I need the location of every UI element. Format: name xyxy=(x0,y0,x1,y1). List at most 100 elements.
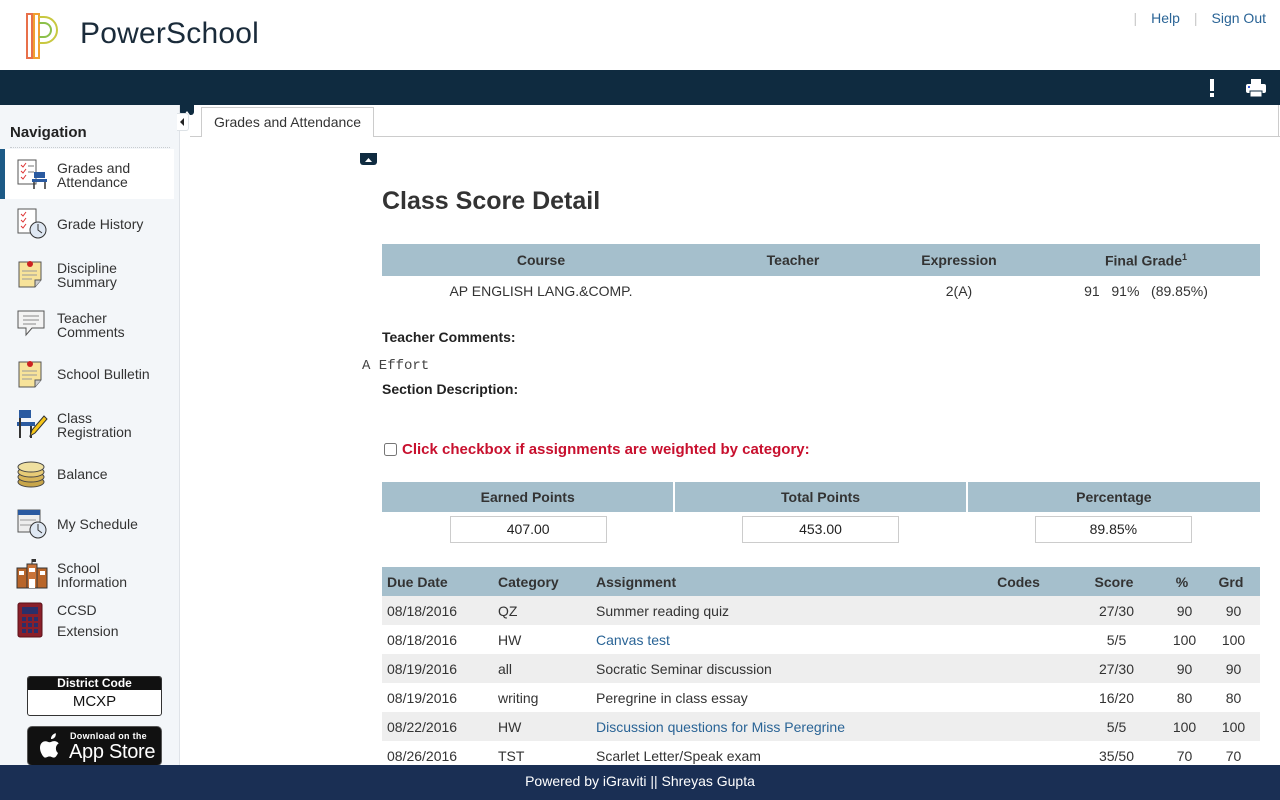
print-icon[interactable] xyxy=(1245,78,1267,98)
sidebar-item-label: Comments xyxy=(57,324,125,340)
table-row: 08/26/2016 TST Scarlet Letter/Speak exam 35… xyxy=(382,741,1260,765)
column-header-final-grade: Final Grade1 xyxy=(1032,244,1260,276)
balance-icon xyxy=(17,461,45,488)
sidebar-item-label: Information xyxy=(57,574,128,590)
codes-cell xyxy=(971,741,1066,765)
assignment-cell: Socratic Seminar discussion xyxy=(596,660,772,677)
score-cell: 16/20 xyxy=(1098,689,1135,706)
sidebar-item-label: CCSD xyxy=(57,602,97,618)
column-header-expression: Expression xyxy=(921,252,997,268)
score-cell: 5/5 xyxy=(1106,718,1127,735)
caret-up-icon xyxy=(365,158,372,162)
top-links: | Help | Sign Out xyxy=(1119,10,1266,26)
sidebar-item-label: Attendance xyxy=(57,174,128,190)
weighted-by-category-label: Click checkbox if assignments are weight… xyxy=(402,441,810,458)
category-cell: QZ xyxy=(498,602,518,619)
help-link[interactable]: Help xyxy=(1151,10,1180,26)
due-date-cell: 08/26/2016 xyxy=(387,747,458,764)
sidebar-item-label: Grades and xyxy=(57,160,131,176)
collapse-sidebar-button[interactable] xyxy=(177,113,189,131)
powerschool-logo-icon[interactable] xyxy=(26,13,60,59)
column-header-course: Course xyxy=(516,252,566,268)
alert-icon[interactable] xyxy=(1207,78,1217,98)
divider: | xyxy=(1133,10,1138,26)
sidebar-item-school-bulletin[interactable]: School Bulletin xyxy=(0,357,174,393)
codes-cell xyxy=(971,596,1066,625)
teacher-comment-text: A Effort xyxy=(362,358,430,374)
sidebar-item-grades-attendance[interactable]: Grades and Attendance xyxy=(0,149,174,199)
sidebar-item-label: Discipline xyxy=(57,260,117,276)
app-store-big-text: App Store xyxy=(69,741,156,763)
percent-cell: 80 xyxy=(1176,689,1193,706)
sidebar-item-class-registration[interactable]: Class Registration xyxy=(0,404,174,446)
sidebar-item-label: My Schedule xyxy=(57,516,138,532)
total-points-field[interactable]: 453.00 xyxy=(742,515,900,543)
category-cell: HW xyxy=(498,718,522,735)
weighted-by-category-checkbox[interactable] xyxy=(384,443,397,456)
bulletin-icon xyxy=(18,361,42,388)
sidebar-item-label: Summary xyxy=(57,274,117,290)
grade-cell: 90 xyxy=(1225,602,1242,619)
tab-grades-attendance[interactable]: Grades and Attendance xyxy=(201,107,374,138)
sidebar: Navigation Grades and Attendance Grade H… xyxy=(0,105,180,766)
sidebar-item-school-information[interactable]: School Information xyxy=(0,555,174,593)
discipline-icon xyxy=(18,261,42,288)
sidebar-item-my-schedule[interactable]: My Schedule xyxy=(0,506,174,542)
due-date-cell: 08/22/2016 xyxy=(387,718,458,735)
app-store-button[interactable]: Download on the App Store xyxy=(27,726,162,766)
assignments-table: Due Date Category Assignment Codes Score… xyxy=(382,567,1260,765)
column-header-grade: Grd xyxy=(1218,573,1244,590)
sidebar-item-balance[interactable]: Balance xyxy=(0,457,174,491)
district-code-badge: District Code MCXP xyxy=(27,676,162,716)
grade-history-icon xyxy=(17,208,47,239)
sidebar-item-ccsd-extension[interactable]: CCSD Extension xyxy=(0,601,174,641)
category-cell: TST xyxy=(498,747,525,764)
percent-cell: 90 xyxy=(1176,660,1193,677)
sidebar-item-teacher-comments[interactable]: Teacher Comments xyxy=(0,304,174,346)
due-date-cell: 08/19/2016 xyxy=(387,689,458,706)
score-cell: 27/30 xyxy=(1098,602,1135,619)
sidebar-item-label: Extension xyxy=(57,623,119,639)
score-cell: 27/30 xyxy=(1098,660,1135,677)
earned-points-field[interactable]: 407.00 xyxy=(449,515,607,543)
percentage-field[interactable]: 89.85% xyxy=(1034,515,1192,543)
column-header-score: Score xyxy=(1094,573,1134,590)
teacher-name xyxy=(700,276,886,306)
app-store-small-text: Download on the xyxy=(70,731,147,741)
course-name: AP ENGLISH LANG.&COMP. xyxy=(449,283,633,299)
category-cell: writing xyxy=(498,689,539,706)
schedule-icon xyxy=(17,509,47,539)
divider: | xyxy=(1193,10,1198,26)
due-date-cell: 08/18/2016 xyxy=(387,602,458,619)
grade-cell: 100 xyxy=(1221,631,1246,648)
tab-bar: Grades and Attendance xyxy=(190,105,1280,138)
sidebar-item-grade-history[interactable]: Grade History xyxy=(0,204,174,244)
column-header-percent: % xyxy=(1175,573,1189,590)
sign-out-link[interactable]: Sign Out xyxy=(1212,10,1266,26)
codes-cell xyxy=(971,712,1066,741)
sidebar-item-label: School Bulletin xyxy=(57,366,150,382)
table-row: 08/18/2016 QZ Summer reading quiz 27/30 90 90 xyxy=(382,596,1260,625)
grade-cell: 80 xyxy=(1225,689,1242,706)
assignment-cell: Canvas test xyxy=(591,625,971,654)
caret-left-icon xyxy=(180,118,184,126)
table-row: 08/22/2016 HW Discussion questions for Mis… xyxy=(382,712,1260,741)
sidebar-item-discipline-summary[interactable]: Discipline Summary xyxy=(0,254,174,296)
ccsd-extension-icon xyxy=(17,602,43,638)
category-cell: HW xyxy=(498,631,522,648)
footer-credit: Powered by iGraviti || Shreyas Gupta xyxy=(525,773,755,789)
table-row: 08/19/2016 writing Peregrine in class essa… xyxy=(382,683,1260,712)
brand-name: PowerSchool xyxy=(80,17,259,50)
column-header-due-date: Due Date xyxy=(387,573,448,590)
final-grade-label: Final Grade xyxy=(1104,252,1182,269)
points-summary-table: Earned Points Total Points Percentage 40… xyxy=(382,482,1260,546)
assignment-link[interactable]: Discussion questions for Miss Peregrine xyxy=(596,719,845,735)
grade-cell: 70 xyxy=(1225,747,1242,764)
main-content: Class Score Detail Course Teacher Expres… xyxy=(190,137,1280,765)
assignment-cell: Summer reading quiz xyxy=(596,602,730,619)
top-toolbar xyxy=(0,70,1280,105)
scroll-to-top-button[interactable] xyxy=(360,153,377,165)
assignment-link[interactable]: Canvas test xyxy=(596,632,670,648)
sidebar-item-label: Balance xyxy=(57,466,108,482)
table-row: 08/19/2016 all Socratic Seminar discussion… xyxy=(382,654,1260,683)
